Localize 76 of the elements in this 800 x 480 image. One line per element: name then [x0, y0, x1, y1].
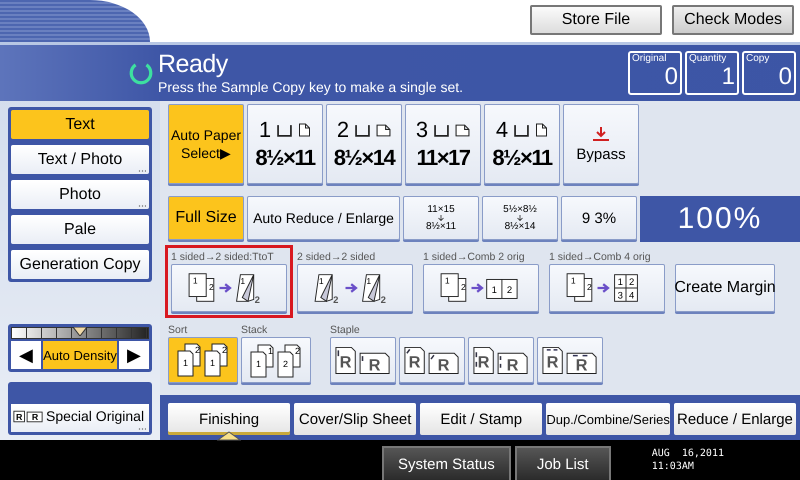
- counter-label: Copy: [746, 53, 770, 64]
- duplex-button[interactable]: 1 2 1 2: [297, 264, 413, 312]
- function-tab[interactable]: Cover/Slip Sheet: [294, 403, 416, 435]
- tray-icon: [277, 124, 292, 136]
- sorted-pages-drawing: 2 1 2 1: [175, 342, 231, 378]
- duplex-caption: 2 sided→2 sided: [297, 251, 376, 264]
- counter-label: Quantity: [689, 53, 728, 64]
- duplex-drawing: 1 2 1 2: [307, 269, 403, 307]
- image-mode-button[interactable]: Text / Photo: [11, 145, 149, 174]
- image-mode-button[interactable]: Generation Copy: [11, 250, 149, 279]
- staple-position-drawing: R R: [334, 344, 392, 376]
- create-margin-button[interactable]: Create Margin: [675, 264, 775, 312]
- duplex-caption: 1 sided→Comb 2 orig: [423, 251, 526, 264]
- ratio-display: 100%: [640, 196, 800, 242]
- staple-button[interactable]: R R: [330, 337, 396, 383]
- image-mode-button[interactable]: Photo: [11, 180, 149, 209]
- counter-label: Original: [632, 53, 668, 64]
- status-message: Press the Sample Copy key to make a single set.: [158, 78, 464, 96]
- duplex-drawing: 1 2 1 2: [181, 269, 277, 307]
- down-arrow-icon: [437, 215, 445, 221]
- counter-value: 0: [778, 64, 792, 90]
- auto-paper-button[interactable]: Auto Paper Select▶: [168, 104, 244, 184]
- duplex-drawing: 1 2 1 2 3 4: [559, 269, 655, 307]
- top-button[interactable]: Store File: [530, 5, 662, 35]
- function-tab[interactable]: Dup./Combine/Series: [546, 403, 670, 435]
- ratio-button[interactable]: 9 3%: [561, 196, 637, 240]
- staple-position-drawing: R R: [472, 344, 530, 376]
- bottom-button[interactable]: System Status: [382, 446, 511, 480]
- date-text: AUG 16,2011: [652, 447, 724, 460]
- ratio-button[interactable]: Full Size: [168, 196, 244, 240]
- bottom-button[interactable]: Job List: [514, 446, 611, 480]
- lighter-button[interactable]: ◀: [11, 341, 42, 369]
- sort-button[interactable]: 2 1 2 1: [168, 337, 238, 383]
- density-thumb[interactable]: [73, 327, 87, 336]
- preset-ratio-button[interactable]: 5½×8½ 8½×14: [482, 196, 558, 240]
- paper-tray-button[interactable]: 4 8½×11: [484, 104, 560, 184]
- stack-button[interactable]: 1 1 2 2: [241, 337, 311, 383]
- finishing-caption: Sort: [168, 324, 188, 337]
- counter-value: 0: [664, 64, 678, 90]
- image-mode-button[interactable]: Text: [11, 110, 149, 139]
- staple-caption: Staple: [330, 324, 361, 337]
- darker-button[interactable]: ▶: [118, 341, 149, 369]
- staple-button[interactable]: R R: [399, 337, 465, 383]
- pointer-icon: [217, 431, 242, 441]
- staple-position-drawing: R R: [403, 344, 461, 376]
- counter-value: 1: [722, 64, 735, 90]
- tray-icon: [355, 124, 370, 136]
- staple-button[interactable]: R R: [537, 337, 603, 383]
- staple-button[interactable]: R R: [468, 337, 534, 383]
- tray-icon: [514, 124, 530, 136]
- tray-icon: [434, 124, 450, 136]
- duplex-drawing: 1 2 1 2: [433, 269, 529, 307]
- special-original-button[interactable]: R R Special Original: [11, 404, 149, 432]
- image-mode-button[interactable]: Pale: [11, 215, 149, 244]
- download-icon: [591, 126, 611, 142]
- stacked-pages-drawing: 1 1 2 2: [248, 342, 304, 378]
- status-title: Ready: [158, 50, 229, 78]
- duplex-button[interactable]: 1 2 1 2: [423, 264, 539, 312]
- function-tab[interactable]: Edit / Stamp: [420, 403, 542, 435]
- bypass-button[interactable]: Bypass: [563, 104, 639, 184]
- staple-position-drawing: R R: [541, 344, 599, 376]
- ratio-button[interactable]: Auto Reduce / Enlarge: [247, 196, 400, 240]
- finishing-caption: Stack: [241, 324, 268, 337]
- duplex-button[interactable]: 1 2 1 2 3 4: [549, 264, 665, 312]
- function-tab[interactable]: Reduce / Enlarge: [674, 403, 796, 435]
- auto-density-button[interactable]: Auto Density: [43, 341, 117, 369]
- time-text: 11:03AM: [652, 460, 695, 473]
- preset-ratio-button[interactable]: 11×15 8½×11: [403, 196, 479, 240]
- duplex-button[interactable]: 1 2 1 2: [171, 264, 287, 312]
- paper-tray-button[interactable]: 1 8½×11: [247, 104, 323, 184]
- duplex-caption: 1 sided→Comb 4 orig: [549, 251, 652, 264]
- top-button[interactable]: Check Modes: [672, 5, 794, 35]
- paper-tray-button[interactable]: 3 11×17: [405, 104, 481, 184]
- down-arrow-icon: [516, 215, 524, 221]
- paper-tray-button[interactable]: 2 8½×14: [326, 104, 402, 184]
- duplex-caption: 1 sided→2 sided:TtoT: [171, 251, 275, 264]
